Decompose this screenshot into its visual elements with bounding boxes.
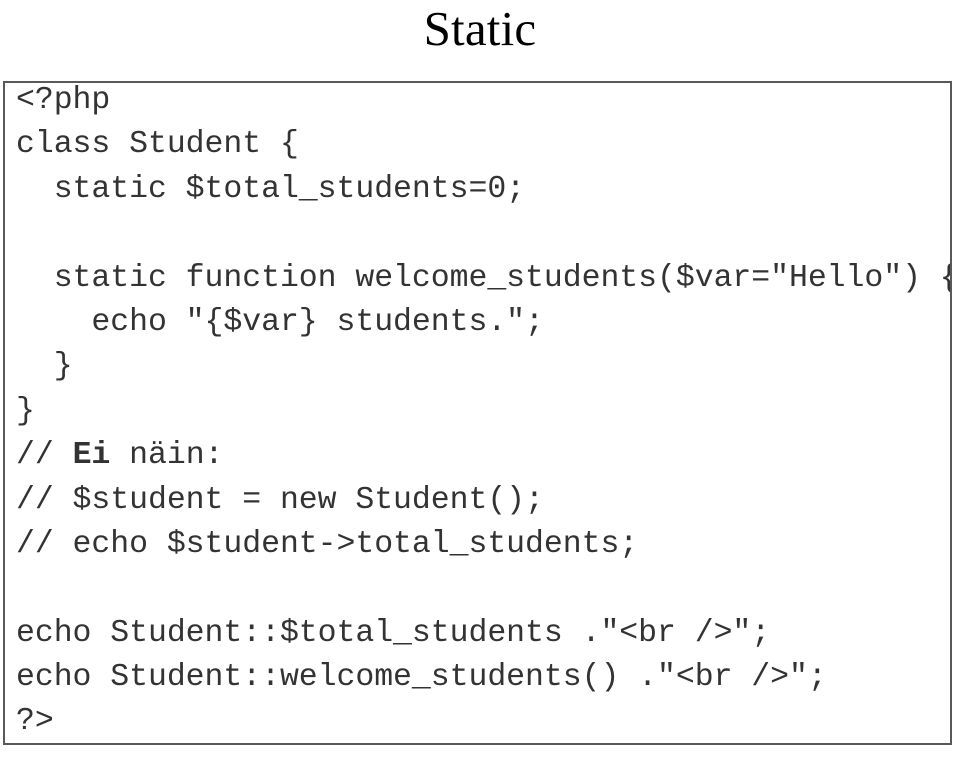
code-listing-box: <?php class Student { static $total_stude… bbox=[3, 81, 952, 745]
code-line: } bbox=[16, 349, 73, 385]
code-line: echo Student::welcome_students() ."<br /… bbox=[16, 660, 827, 696]
code-line: static $total_students=0; bbox=[16, 171, 526, 207]
slide-canvas: Static <?php class Student { static $tota… bbox=[0, 0, 960, 759]
code-line: // Ei näin: bbox=[16, 438, 224, 474]
code-line: } bbox=[16, 393, 35, 429]
code-line: static function welcome_students($var="H… bbox=[16, 260, 952, 296]
page-title: Static bbox=[423, 1, 537, 56]
code-line: class Student { bbox=[16, 127, 299, 163]
code-line: // echo $student->total_students; bbox=[16, 526, 639, 562]
code-line: ?> bbox=[16, 704, 54, 740]
code-line: echo Student::$total_students ."<br />"; bbox=[16, 615, 771, 651]
code-emphasis: Ei bbox=[72, 438, 111, 474]
code-line: <?php bbox=[16, 83, 111, 118]
code-listing: <?php class Student { static $total_stude… bbox=[16, 83, 952, 743]
code-line: // $student = new Student(); bbox=[16, 482, 544, 518]
code-line: echo "{$var} students."; bbox=[16, 304, 544, 340]
